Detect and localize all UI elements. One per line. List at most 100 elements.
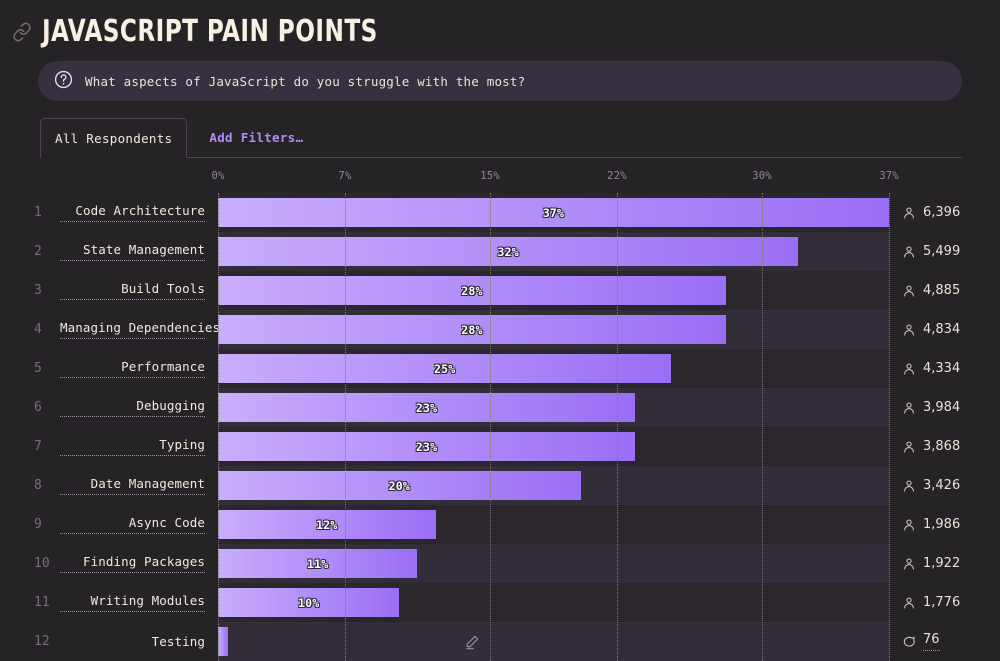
bar[interactable]: 20% <box>218 471 581 500</box>
respondent-count-value: 4,834 <box>923 322 960 337</box>
chart-plot-area: 1Code Architecture37%6,3962State Managem… <box>0 193 1000 661</box>
respondent-count-value: 1,776 <box>923 595 960 610</box>
bar[interactable]: 37% <box>218 198 889 227</box>
link-icon[interactable] <box>12 22 32 42</box>
row-label[interactable]: State Management <box>60 242 205 261</box>
gridline <box>617 193 618 661</box>
row-rank: 6 <box>34 400 58 415</box>
chart-row[interactable]: 10Finding Packages11%1,922 <box>0 544 1000 583</box>
row-label[interactable]: Build Tools <box>60 281 205 300</box>
tab-add-filters-label: Add Filters… <box>209 130 303 145</box>
bar[interactable] <box>218 627 228 656</box>
tab-add-filters[interactable]: Add Filters… <box>187 118 317 157</box>
tabs-spacer <box>317 118 962 157</box>
survey-chart-page: JAVASCRIPT PAIN POINTS What aspects of J… <box>0 0 1000 661</box>
filter-tabs: All Respondents Add Filters… <box>40 118 962 158</box>
chart-row[interactable]: 8Date Management 20% 3,426 <box>0 466 1000 505</box>
comment-icon <box>902 635 916 649</box>
respondent-count: 3,868 <box>902 439 960 454</box>
respondent-count-value: 4,334 <box>923 361 960 376</box>
respondent-count-value: 3,868 <box>923 439 960 454</box>
chart-row[interactable]: 12Testing76 <box>0 622 1000 661</box>
bar[interactable]: 23% <box>218 432 635 461</box>
respondent-count: 4,334 <box>902 361 960 376</box>
chart-row[interactable]: 6Debugging 23% 3,984 <box>0 388 1000 427</box>
row-label[interactable]: Testing <box>60 634 205 649</box>
bar[interactable]: 12% <box>218 510 436 539</box>
chart-row[interactable]: 3Build Tools28%4,885 <box>0 271 1000 310</box>
tab-all-respondents-label: All Respondents <box>55 131 172 146</box>
row-label[interactable]: Code Architecture <box>60 203 205 222</box>
respondent-count-value: 1,922 <box>923 556 960 571</box>
x-axis-tick-label: 0% <box>211 170 224 182</box>
question-bar: What aspects of JavaScript do you strugg… <box>38 61 962 101</box>
row-rank: 4 <box>34 322 58 337</box>
row-label[interactable]: Finding Packages <box>60 554 205 573</box>
person-icon <box>902 284 916 298</box>
chart-row[interactable]: 7Typing 23% 3,868 <box>0 427 1000 466</box>
row-label[interactable]: Debugging <box>60 398 205 417</box>
row-rank: 8 <box>34 478 58 493</box>
row-rank: 5 <box>34 361 58 376</box>
row-label[interactable]: Typing <box>60 437 205 456</box>
bar-value-label: 37% <box>543 206 564 220</box>
bar[interactable]: 10% <box>218 588 399 617</box>
respondent-count-value: 6,396 <box>923 205 960 220</box>
respondent-count-value: 76 <box>923 632 940 651</box>
row-label[interactable]: Writing Modules <box>60 593 205 612</box>
person-icon <box>902 206 916 220</box>
bar-value-label: 25% <box>434 362 455 376</box>
row-rank: 2 <box>34 244 58 259</box>
person-icon <box>902 518 916 532</box>
x-axis-tick-label: 15% <box>480 170 500 182</box>
bar[interactable]: 11% <box>218 549 417 578</box>
bar[interactable]: 32% <box>218 237 798 266</box>
respondent-count: 3,426 <box>902 478 960 493</box>
person-icon <box>902 596 916 610</box>
respondent-count-value: 3,426 <box>923 478 960 493</box>
row-rank: 9 <box>34 517 58 532</box>
gridline <box>218 193 219 661</box>
row-label[interactable]: Performance <box>60 359 205 378</box>
bar[interactable]: 23% <box>218 393 635 422</box>
bar-chart: 0%7%15%22%30%37% 1Code Architecture37%6,… <box>0 170 1000 661</box>
row-band <box>218 622 889 661</box>
person-icon <box>902 245 916 259</box>
x-axis-tick-label: 30% <box>752 170 772 182</box>
person-icon <box>902 323 916 337</box>
gridline <box>490 193 491 661</box>
row-label[interactable]: Managing Dependencies <box>60 320 205 339</box>
chart-row[interactable]: 2State Management 32% 5,499 <box>0 232 1000 271</box>
respondent-count: 4,885 <box>902 283 960 298</box>
bar-value-label: 28% <box>461 323 482 337</box>
respondent-count-value: 4,885 <box>923 283 960 298</box>
bar-value-label: 11% <box>307 557 328 571</box>
respondent-count-value: 5,499 <box>923 244 960 259</box>
page-title-row: JAVASCRIPT PAIN POINTS <box>12 14 432 49</box>
row-label[interactable]: Date Management <box>60 476 205 495</box>
bar[interactable]: 25% <box>218 354 671 383</box>
row-rank: 11 <box>34 595 58 610</box>
chart-row[interactable]: 1Code Architecture37%6,396 <box>0 193 1000 232</box>
bar-value-label: 32% <box>497 245 518 259</box>
chart-row[interactable]: 5Performance 25% 4,334 <box>0 349 1000 388</box>
x-axis-tick-label: 22% <box>607 170 627 182</box>
bar-value-label: 12% <box>316 518 337 532</box>
row-label[interactable]: Async Code <box>60 515 205 534</box>
bar-value-label: 23% <box>416 440 437 454</box>
person-icon <box>902 440 916 454</box>
x-axis: 0%7%15%22%30%37% <box>0 170 1000 192</box>
respondent-count: 76 <box>902 632 940 651</box>
bar-value-label: 28% <box>461 284 482 298</box>
chart-row[interactable]: 9Async Code12%1,986 <box>0 505 1000 544</box>
gridline <box>345 193 346 661</box>
chart-row[interactable]: 4Managing Dependencies 28% 4,834 <box>0 310 1000 349</box>
bar[interactable]: 28% <box>218 315 726 344</box>
respondent-count: 1,922 <box>902 556 960 571</box>
respondent-count: 4,834 <box>902 322 960 337</box>
respondent-count: 3,984 <box>902 400 960 415</box>
tab-all-respondents[interactable]: All Respondents <box>40 118 187 158</box>
row-rank: 7 <box>34 439 58 454</box>
chart-row[interactable]: 11Writing Modules 10% 1,776 <box>0 583 1000 622</box>
bar[interactable]: 28% <box>218 276 726 305</box>
